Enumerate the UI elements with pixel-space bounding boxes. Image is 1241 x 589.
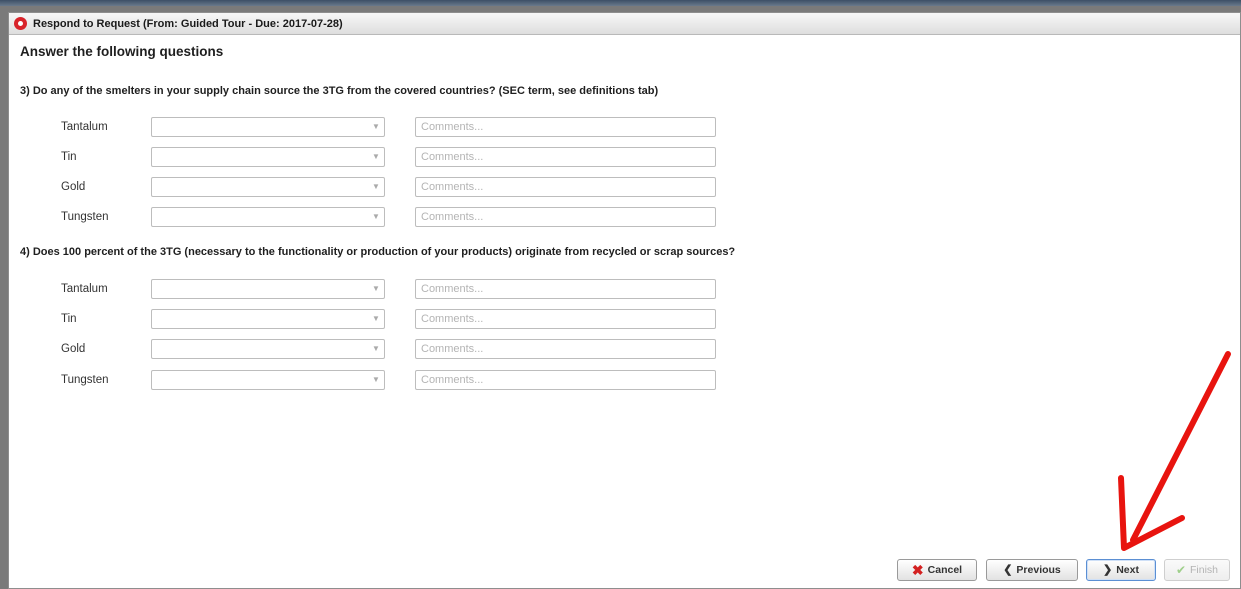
check-icon: ✔	[1175, 563, 1187, 577]
row-label: Gold	[61, 181, 86, 193]
q4-row-tungsten: Tungsten ▼	[9, 370, 809, 392]
q3-gold-comment-field[interactable]	[415, 177, 716, 197]
q3-tantalum-comment-field[interactable]	[415, 117, 716, 137]
q4-gold-select[interactable]: ▼	[151, 339, 385, 359]
q3-tungsten-select[interactable]: ▼	[151, 207, 385, 227]
respond-dialog: Respond to Request (From: Guided Tour - …	[8, 12, 1241, 589]
q3-row-tantalum: Tantalum ▼	[9, 117, 809, 139]
q3-tantalum-select[interactable]: ▼	[151, 117, 385, 137]
question-3-text: 3) Do any of the smelters in your supply…	[20, 85, 659, 97]
question-4-text: 4) Does 100 percent of the 3TG (necessar…	[20, 246, 736, 258]
cancel-button[interactable]: ✖ Cancel	[897, 559, 977, 581]
record-icon	[14, 17, 27, 30]
q4-tin-comment-field[interactable]	[415, 309, 716, 329]
chevron-down-icon[interactable]: ▼	[371, 344, 381, 354]
chevron-left-icon: ❮	[1003, 564, 1013, 576]
chevron-down-icon[interactable]: ▼	[371, 182, 381, 192]
q4-gold-comment-field[interactable]	[415, 339, 716, 359]
next-button[interactable]: ❯ Next	[1086, 559, 1156, 581]
q4-tantalum-comment-field[interactable]	[415, 279, 716, 299]
q3-row-tin: Tin ▼	[9, 147, 809, 169]
next-label: Next	[1116, 564, 1139, 576]
row-label: Tungsten	[61, 211, 109, 223]
chevron-down-icon[interactable]: ▼	[371, 375, 381, 385]
previous-button[interactable]: ❮ Previous	[986, 559, 1078, 581]
q4-tin-select[interactable]: ▼	[151, 309, 385, 329]
q4-tungsten-comment-field[interactable]	[415, 370, 716, 390]
q4-row-tantalum: Tantalum ▼	[9, 279, 809, 301]
row-label: Tin	[61, 313, 77, 325]
q4-tungsten-select[interactable]: ▼	[151, 370, 385, 390]
row-label: Tin	[61, 151, 77, 163]
finish-label: Finish	[1190, 564, 1219, 576]
page-heading: Answer the following questions	[20, 44, 224, 59]
q3-tungsten-comment-field[interactable]	[415, 207, 716, 227]
q3-tin-comment-field[interactable]	[415, 147, 716, 167]
dialog-titlebar: Respond to Request (From: Guided Tour - …	[9, 13, 1240, 35]
row-label: Tantalum	[61, 283, 108, 295]
chevron-down-icon[interactable]: ▼	[371, 314, 381, 324]
chevron-down-icon[interactable]: ▼	[371, 212, 381, 222]
row-label: Gold	[61, 343, 86, 355]
finish-button[interactable]: ✔ Finish	[1164, 559, 1230, 581]
chevron-down-icon[interactable]: ▼	[371, 122, 381, 132]
q3-tin-select[interactable]: ▼	[151, 147, 385, 167]
row-label: Tantalum	[61, 121, 108, 133]
x-icon: ✖	[911, 562, 924, 578]
q4-tantalum-select[interactable]: ▼	[151, 279, 385, 299]
q3-row-gold: Gold ▼	[9, 177, 809, 199]
q4-row-gold: Gold ▼	[9, 339, 809, 361]
dialog-title: Respond to Request (From: Guided Tour - …	[33, 17, 343, 30]
chevron-right-icon: ❯	[1103, 564, 1113, 576]
chevron-down-icon[interactable]: ▼	[371, 152, 381, 162]
chevron-down-icon[interactable]: ▼	[371, 284, 381, 294]
cancel-label: Cancel	[927, 564, 963, 576]
row-label: Tungsten	[61, 374, 109, 386]
previous-label: Previous	[1016, 564, 1061, 576]
q4-row-tin: Tin ▼	[9, 309, 809, 331]
q3-gold-select[interactable]: ▼	[151, 177, 385, 197]
q3-row-tungsten: Tungsten ▼	[9, 207, 809, 229]
background-app-strip	[0, 0, 1241, 6]
